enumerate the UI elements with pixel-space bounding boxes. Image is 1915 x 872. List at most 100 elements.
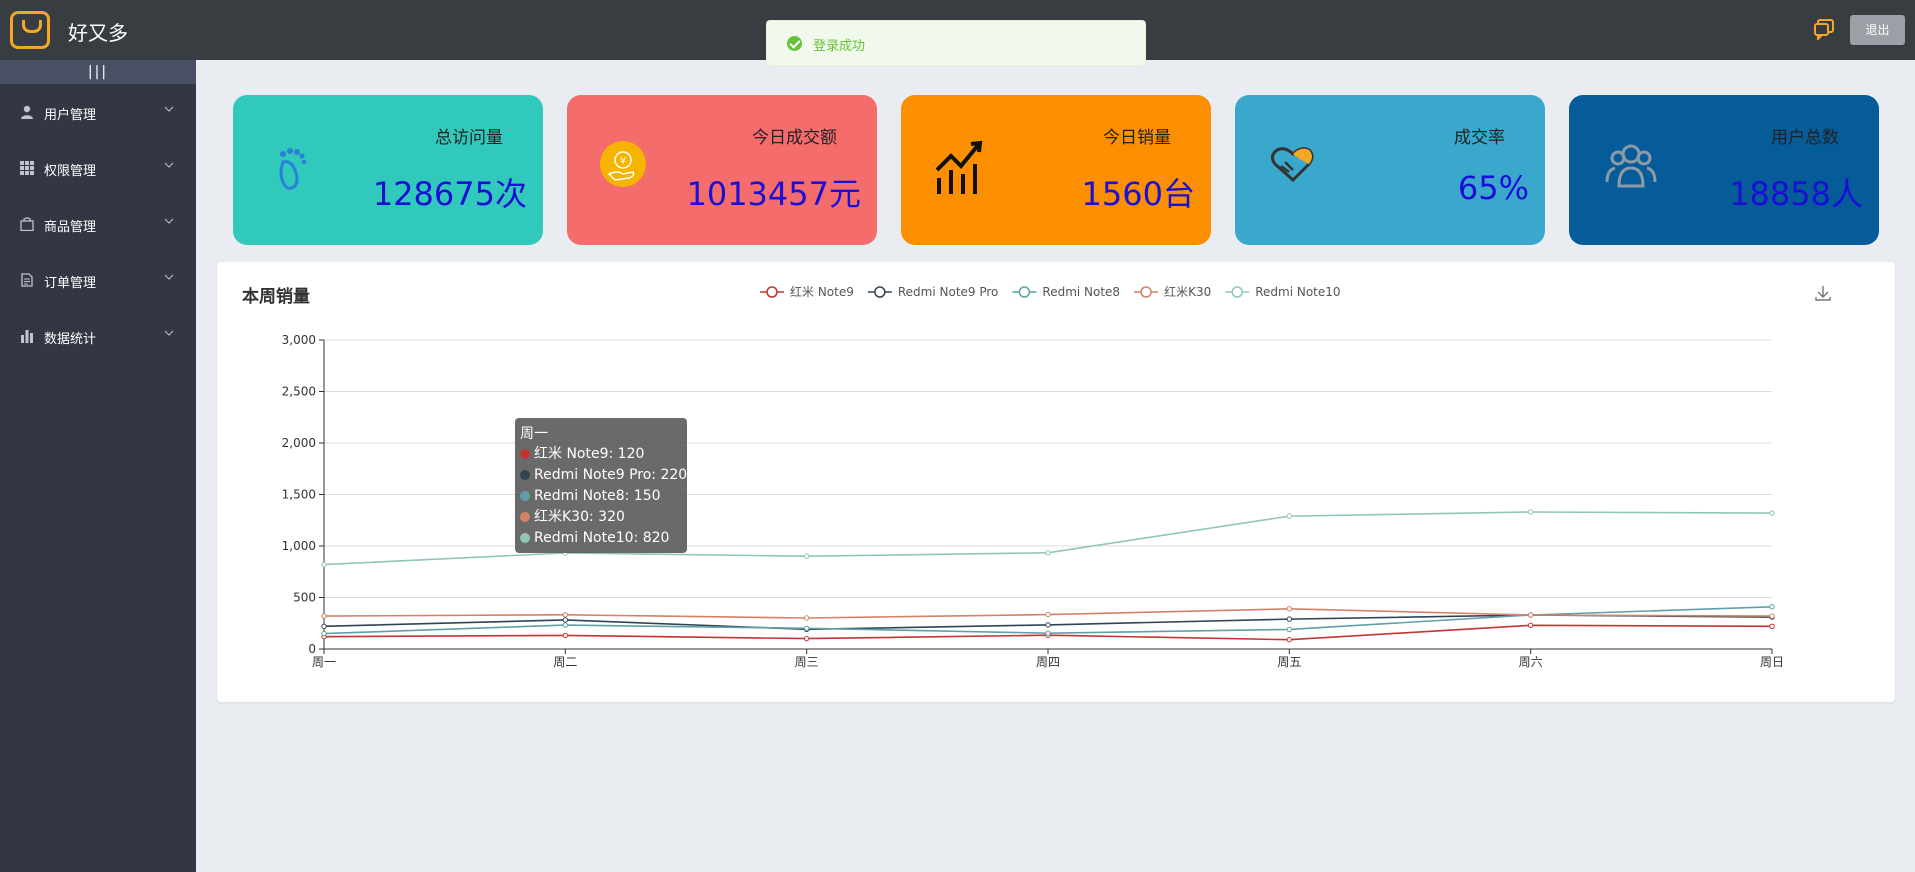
sidebar-item-label: 数据统计 (44, 332, 97, 347)
coin-hand-icon: ¥ (600, 141, 646, 187)
y-tick-label: 1,000 (282, 539, 316, 553)
data-point (1769, 604, 1775, 610)
card-value: 128675次 (372, 175, 527, 213)
data-point (803, 553, 810, 559)
y-tick-label: 2,500 (282, 385, 316, 399)
sidebar-item-label: 商品管理 (44, 220, 97, 235)
card-value: 1560台 (1081, 175, 1195, 213)
series-dot-icon (520, 470, 530, 480)
grid-icon (20, 161, 34, 175)
line-chart: 05001,0001,5002,0002,5003,000周一 周二 周三 周四 周五周… (282, 284, 1784, 669)
data-point (1045, 630, 1051, 636)
data-point (1286, 626, 1293, 633)
x-tick-label: 周一 (312, 655, 336, 669)
stat-card-total-visits: 总访问量 128675次 (233, 95, 543, 245)
tooltip-row: Redmi Note9 Pro: 220 (520, 465, 687, 486)
weekly-sales-chart-panel: 本周销量 0 500 1,000 1,500 2,000 2,500 3,000 周一 周二 周三… (217, 262, 1895, 702)
legend-label: 红米K30 (1164, 284, 1211, 299)
data-point (1769, 613, 1775, 619)
stat-card-conversion-rate: 成交率 65% (1235, 95, 1545, 245)
sidebar-item-order-management[interactable]: 订单管理 (0, 252, 196, 308)
data-point (803, 625, 810, 631)
sidebar-item-label: 用户管理 (44, 108, 97, 123)
sidebar-item-label: 权限管理 (44, 164, 97, 179)
users-icon (1605, 144, 1657, 188)
check-circle-icon (787, 36, 802, 51)
shopping-bag-logo-icon (10, 11, 50, 49)
tooltip-row: Redmi Note10: 820 (520, 528, 682, 549)
stat-card-today-sales: 今日销量 1560台 (901, 95, 1211, 245)
svg-text:¥: ¥ (620, 156, 626, 167)
x-tick-label: 周二 (553, 655, 577, 669)
x-tick-label: 周五 (1277, 655, 1301, 669)
tooltip-row: 红米K30: 320 (520, 507, 682, 528)
data-point (562, 622, 569, 628)
data-point (1045, 611, 1051, 618)
series-dot-icon (520, 533, 530, 543)
data-point (321, 630, 327, 637)
logout-button[interactable]: 退出 (1850, 15, 1905, 45)
legend-label: Redmi Note10 (1255, 285, 1340, 299)
card-value: 1013457元 (686, 175, 861, 213)
y-tick-label: 3,000 (282, 333, 316, 347)
card-label: 总访问量 (435, 128, 503, 148)
x-tick-label: 周六 (1519, 655, 1543, 669)
tooltip-row-text: Redmi Note10: 820 (534, 530, 670, 546)
y-tick-label: 500 (293, 591, 316, 605)
series-dot-icon (520, 512, 530, 522)
legend-swatch-dot (766, 286, 778, 298)
data-point (1286, 513, 1293, 519)
data-point (562, 632, 569, 639)
series-dot-icon (520, 491, 530, 501)
data-point (1286, 637, 1293, 643)
sidebar-item-data-statistics[interactable]: 数据统计 (0, 308, 196, 364)
data-point (1286, 606, 1293, 612)
tooltip-row-text: Redmi Note8: 150 (534, 488, 661, 504)
tooltip-row: Redmi Note8: 150 (520, 486, 682, 507)
x-tick-label: 周日 (1760, 655, 1784, 669)
data-point (562, 612, 569, 618)
data-point (1045, 550, 1051, 556)
data-point (1286, 616, 1293, 622)
data-point (803, 635, 810, 642)
data-point (1527, 612, 1534, 618)
stat-card-today-turnover: ¥ 今日成交额 1013457元 (567, 95, 877, 245)
chevron-down-icon (164, 218, 174, 224)
data-point (562, 617, 569, 623)
data-point (1045, 622, 1051, 628)
legend-swatch-dot (1140, 286, 1152, 298)
bar-chart-icon (21, 330, 33, 343)
tooltip-row: 红米 Note9: 120 (520, 444, 682, 465)
sidebar-item-product-management[interactable]: 商品管理 (0, 196, 196, 252)
data-point (321, 623, 327, 630)
card-label: 成交率 (1454, 128, 1505, 148)
trend-up-icon (935, 140, 983, 194)
card-label: 今日成交额 (752, 128, 837, 148)
toast-message: 登录成功 (813, 39, 866, 54)
data-point (1769, 623, 1775, 630)
sidebar-item-permission-management[interactable]: 权限管理 (0, 140, 196, 196)
bag-icon (20, 217, 34, 231)
legend-swatch-dot (1018, 286, 1031, 298)
heart-handshake-icon (1270, 147, 1314, 183)
data-point (1769, 510, 1775, 516)
chevron-down-icon (164, 162, 174, 168)
x-tick-label: 周三 (795, 655, 819, 669)
legend-label: 红米 Note9 (790, 284, 854, 299)
y-tick-label: 1,500 (282, 488, 316, 502)
legend-label: Redmi Note9 Pro (898, 285, 999, 299)
card-label: 今日销量 (1103, 128, 1171, 148)
sidebar-item-user-management[interactable]: 用户管理 (0, 84, 196, 140)
tooltip-row-text: Redmi Note9 Pro: 220 (534, 467, 688, 483)
chevron-down-icon (164, 106, 174, 112)
footprint-icon (279, 148, 307, 190)
user-icon (21, 105, 33, 119)
card-value: 18858人 (1729, 175, 1863, 213)
document-icon (21, 273, 33, 287)
sidebar: ||| 用户管理 权限管理 商品管理 订单管理 数据统计 (0, 60, 196, 872)
data-point (321, 561, 327, 568)
card-label: 用户总数 (1771, 128, 1839, 148)
message-icon[interactable] (1813, 18, 1835, 40)
sidebar-collapse-toggle[interactable]: ||| (0, 60, 196, 84)
data-point (1527, 622, 1534, 629)
